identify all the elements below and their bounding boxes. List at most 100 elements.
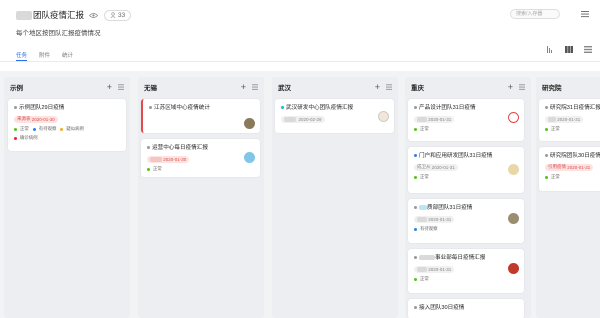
task-title-text: 质部团队31日疫情 (427, 205, 473, 211)
assignee-avatar[interactable] (508, 164, 519, 175)
due-date: 2020-02-29 (298, 116, 322, 122)
task-card[interactable]: 研究院团队30日疫情 引用疫情 2020-01-31 正常 (539, 147, 600, 191)
task-title: 质部团队31日疫情 (414, 203, 518, 211)
task-card[interactable]: 产品设计团队31日疫情 2020-01-31 正常 (408, 99, 524, 141)
status-row: 正常 (545, 174, 600, 180)
due-date-chip: 2020-01-30 (147, 155, 190, 163)
bullet-icon (147, 145, 150, 149)
task-title-text: 事业部每日疫情汇报 (435, 255, 486, 261)
column-header: 无锡 + (138, 77, 264, 97)
due-date-chip: 2020-01-31 (545, 115, 584, 123)
due-date: 2020-01-31 (557, 116, 581, 122)
task-tag: 来源表 2020-01-30 (14, 115, 58, 123)
status-row: 正常 (147, 166, 254, 172)
bullet-icon (414, 105, 417, 109)
task-title-text: 运营中心每日疫情汇报 (152, 145, 208, 151)
task-title: 门户和应用研发团队31日疫情 (414, 151, 518, 159)
status-normal: 正常 (545, 126, 560, 132)
task-card[interactable]: 接入团队30日疫情 (408, 299, 524, 318)
column-title: 示例 (10, 85, 23, 92)
tab-statistics[interactable]: 统计 (62, 51, 73, 61)
add-task-icon[interactable]: + (107, 82, 112, 92)
task-meta: 成卫从 2020-01-31 (414, 163, 518, 171)
bullet-icon (149, 105, 152, 109)
assignee-avatar[interactable] (244, 118, 255, 129)
task-title-text: 产品设计团队31日疫情 (419, 105, 476, 111)
task-card[interactable]: 运营中心每日疫情汇报 2020-01-30 正常 (141, 139, 260, 177)
task-tag: 成卫从 2020-01-31 (414, 163, 458, 171)
member-count-button[interactable]: 33 (104, 9, 132, 21)
task-card[interactable]: 质部团队31日疫情 2020-01-31 有待观察 (408, 199, 524, 243)
search-input[interactable]: 搜索/入存器 (510, 9, 560, 19)
due-date: 2020-01-31 (567, 164, 591, 170)
assignee-avatar[interactable] (508, 263, 519, 274)
task-title-text: 接入团队30日疫情 (419, 305, 465, 311)
task-card[interactable]: 示例团队29日疫情 来源表 2020-01-30 正常 有待观察 疑似病例 确诊… (8, 99, 126, 151)
due-date: 2020-01-31 (431, 164, 455, 170)
sort-icon[interactable] (546, 46, 554, 53)
task-card[interactable]: 武汉研发中心团队疫情汇报 2020-02-29 (275, 99, 394, 133)
column-chongqing: 重庆 + 产品设计团队31日疫情 2020-01-31 正常 门户和应用研发团队… (405, 77, 531, 318)
task-meta: 2020-01-31 (545, 115, 600, 123)
tab-divider (0, 61, 600, 62)
add-task-icon[interactable]: + (241, 82, 246, 92)
status-observe: 有待观察 (414, 226, 438, 232)
tab-bar: 任务 附件 统计 (16, 51, 73, 61)
status-normal: 正常 (14, 126, 29, 132)
due-date: 2020-01-31 (428, 216, 452, 222)
column-title: 武汉 (278, 85, 291, 92)
task-title-text: 门户和应用研发团队31日疫情 (419, 153, 493, 159)
assignee-avatar[interactable] (378, 111, 389, 122)
column-menu-icon[interactable] (118, 84, 124, 90)
due-date-chip: 2020-01-31 (414, 265, 455, 273)
task-title-text: 研究院31日疫情汇报 (550, 105, 600, 111)
project-title: 团队疫情汇报 (33, 10, 85, 20)
status-observe: 有待观察 (32, 126, 56, 132)
due-date: 2020-01-30 (31, 116, 55, 122)
column-title: 研究院 (542, 85, 562, 92)
assignee-avatar[interactable] (244, 152, 255, 163)
status-normal: 正常 (545, 174, 560, 180)
task-card[interactable]: 江苏区域中心疫情统计 (141, 99, 260, 133)
task-meta: 2020-02-29 (281, 115, 388, 123)
add-task-icon[interactable]: + (508, 82, 513, 92)
status-row: 有待观察 (414, 226, 518, 232)
task-card[interactable]: 事业部每日疫情汇报 2020-01-31 正常 (408, 249, 524, 293)
bullet-icon (414, 255, 417, 259)
tag-label: 成卫从 (417, 164, 431, 169)
bullet-icon (14, 105, 17, 109)
column-header: 研究院 (536, 77, 600, 97)
task-title: 示例团队29日疫情 (14, 103, 120, 111)
kanban-board: 示例 + 示例团队29日疫情 来源表 2020-01-30 正常 有待观察 疑似… (0, 71, 600, 318)
list-view-icon[interactable] (584, 46, 592, 53)
task-card[interactable]: 研究院31日疫情汇报 2020-01-31 正常 (539, 99, 600, 141)
status-row: 正常 (545, 126, 600, 132)
column-menu-icon[interactable] (252, 84, 258, 90)
tab-tasks[interactable]: 任务 (16, 51, 28, 61)
task-title: 产品设计团队31日疫情 (414, 103, 518, 111)
board-view-icon[interactable] (565, 46, 573, 53)
app-header: 团队疫情汇报 33 每个地区按团队汇报疫情情况 搜索/入存器 任务 附件 统计 (0, 0, 600, 64)
assignee-avatar[interactable] (508, 112, 519, 123)
project-title-row: 团队疫情汇报 33 (16, 8, 132, 22)
eye-icon[interactable] (89, 12, 99, 19)
add-task-icon[interactable]: + (375, 82, 380, 92)
bullet-icon (414, 153, 417, 157)
status-row: 正常 (414, 126, 518, 132)
due-date: 2020-01-31 (428, 266, 452, 272)
task-title: 研究院团队30日疫情 (545, 151, 600, 159)
tab-attachments[interactable]: 附件 (39, 51, 50, 61)
column-menu-icon[interactable] (386, 84, 392, 90)
task-title-text: 研究院团队30日疫情 (550, 153, 600, 159)
assignee-avatar[interactable] (508, 213, 519, 224)
menu-icon[interactable] (581, 10, 589, 18)
column-menu-icon[interactable] (519, 84, 525, 90)
bullet-icon (414, 205, 417, 209)
task-card[interactable]: 门户和应用研发团队31日疫情 成卫从 2020-01-31 正常 (408, 147, 524, 193)
bullet-icon (414, 305, 417, 309)
due-date-chip: 2020-01-31 (414, 215, 455, 223)
column-title: 重庆 (411, 85, 424, 92)
task-title: 接入团队30日疫情 (414, 303, 518, 311)
column-header: 示例 + (4, 77, 130, 97)
task-meta: 2020-01-31 (414, 265, 518, 273)
